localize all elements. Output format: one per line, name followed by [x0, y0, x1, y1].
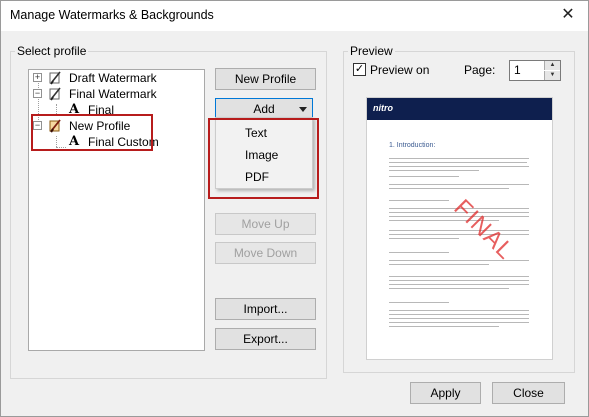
annotation-highlight-menu — [208, 118, 319, 199]
page-label: Page: — [464, 63, 496, 77]
document-text-line — [389, 252, 449, 253]
watermark-profile-icon — [49, 87, 61, 101]
document-text-line — [389, 184, 529, 185]
close-icon: ✕ — [561, 6, 575, 23]
new-profile-button[interactable]: New Profile — [215, 68, 316, 90]
document-heading: 1. Introduction: — [389, 142, 436, 149]
document-text-line — [389, 284, 529, 285]
document-text-line — [389, 238, 459, 239]
expand-icon[interactable]: + — [33, 73, 42, 82]
document-text-line — [389, 200, 449, 201]
page-down-button[interactable]: ▼ — [544, 71, 560, 80]
chevron-down-icon — [299, 107, 307, 112]
preview-legend: Preview — [350, 44, 393, 58]
add-button-label: Add — [253, 102, 275, 116]
manage-watermarks-dialog: Manage Watermarks & Backgrounds ✕ Select… — [0, 0, 589, 417]
tree-item-label: Final Watermark — [69, 87, 157, 101]
document-text-line — [389, 288, 509, 289]
tree-item-label: Draft Watermark — [69, 71, 157, 85]
document-text-line — [389, 264, 489, 265]
document-text-line — [389, 162, 527, 163]
document-text-line — [389, 280, 529, 281]
import-button[interactable]: Import... — [215, 298, 316, 320]
document-text-line — [389, 158, 529, 159]
document-text-line — [389, 170, 479, 171]
document-text-line — [389, 260, 529, 261]
export-button[interactable]: Export... — [215, 328, 316, 350]
select-profile-legend: Select profile — [17, 44, 87, 58]
document-text-line — [389, 326, 499, 327]
arrow-down-icon: ▼ — [549, 72, 556, 78]
apply-button[interactable]: Apply — [410, 382, 481, 404]
document-header-bar: nitro — [367, 98, 552, 120]
collapse-icon[interactable]: − — [33, 89, 42, 98]
window-title: Manage Watermarks & Backgrounds — [10, 8, 214, 22]
move-up-button[interactable]: Move Up — [215, 213, 316, 235]
document-text-line — [389, 310, 529, 311]
move-down-button[interactable]: Move Down — [215, 242, 316, 264]
document-text-line — [389, 302, 449, 303]
preview-on-label: Preview on — [370, 63, 430, 77]
preview-on-checkbox[interactable]: ✓ — [353, 63, 366, 76]
add-button[interactable]: Add — [215, 98, 313, 118]
preview-page-thumbnail: nitro 1. Introduction: FINAL — [366, 97, 553, 360]
document-text-line — [389, 230, 529, 231]
arrow-up-icon: ▲ — [549, 62, 556, 68]
window-close-button[interactable]: ✕ — [548, 1, 588, 31]
document-text-line — [389, 176, 459, 177]
document-text-line — [389, 276, 529, 277]
document-text-line — [389, 188, 509, 189]
profile-tree[interactable]: + Draft Watermark − Final Watermark A Fi… — [28, 69, 205, 351]
watermark-profile-icon — [49, 71, 61, 85]
title-bar: Manage Watermarks & Backgrounds ✕ — [1, 1, 588, 31]
tree-connector — [56, 104, 57, 114]
document-text-line — [389, 318, 529, 319]
document-text-line — [389, 166, 529, 167]
page-up-button[interactable]: ▲ — [544, 61, 560, 70]
annotation-highlight-tree — [31, 114, 153, 151]
nitro-logo: nitro — [373, 103, 393, 113]
document-text-line — [389, 314, 529, 315]
document-text-line — [389, 322, 529, 323]
close-button[interactable]: Close — [492, 382, 565, 404]
